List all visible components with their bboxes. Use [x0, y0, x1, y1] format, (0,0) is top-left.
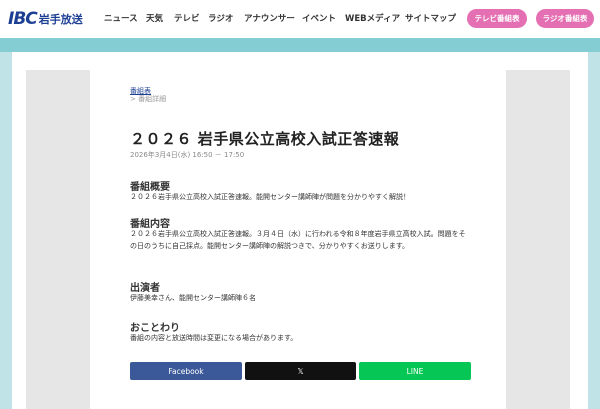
tv-schedule-button[interactable]: テレビ番組表 [467, 9, 527, 28]
logo-text: 岩手放送 [38, 13, 83, 26]
site-header: IBC 岩手放送 ニュース 天気 テレビ ラジオ アナウンサー イベント WEB… [0, 0, 600, 38]
section-body-overview: ２０２６岩手県公立高校入試正答速報。能開センター講師陣が問題を分かりやすく解説！ [130, 193, 410, 201]
left-gutter [26, 70, 90, 409]
share-facebook-button[interactable]: Facebook [130, 362, 242, 380]
nav-news[interactable]: ニュース [104, 12, 138, 26]
nav-weather[interactable]: 天気 [146, 12, 163, 26]
breadcrumb-current: > 番組詳細 [130, 95, 167, 103]
section-body-notice: 番組の内容と放送時間は変更になる場合があります。 [130, 334, 298, 342]
header-accent-band [0, 38, 600, 52]
radio-schedule-button[interactable]: ラジオ番組表 [536, 9, 594, 28]
right-gutter [506, 70, 570, 409]
section-body-cast: 伊藤美幸さん、能開センター講師陣６名 [130, 294, 256, 302]
nav-tv[interactable]: テレビ [174, 12, 200, 26]
share-x-button[interactable]: 𝕏 [245, 362, 356, 380]
logo-mark: IBC [8, 9, 38, 29]
broadcast-datetime: 2026年3月4日(水) 16:50 － 17:50 [130, 151, 245, 159]
nav-announcer[interactable]: アナウンサー [244, 12, 295, 26]
nav-radio[interactable]: ラジオ [208, 12, 233, 26]
nav-event[interactable]: イベント [302, 12, 336, 26]
section-body-content: ２０２６岩手県公立高校入試正答速報。３月４日（水）に行われる令和８年度岩手県立高… [130, 230, 466, 250]
nav-web-media[interactable]: WEBメディア [345, 12, 400, 26]
nav-sitemap[interactable]: サイトマップ [405, 12, 456, 26]
page-title: ２０２６ 岩手県公立高校入試正答速報 [130, 130, 400, 148]
ibc-logo[interactable]: IBC 岩手放送 [8, 9, 83, 29]
share-line-button[interactable]: LINE [359, 362, 471, 380]
